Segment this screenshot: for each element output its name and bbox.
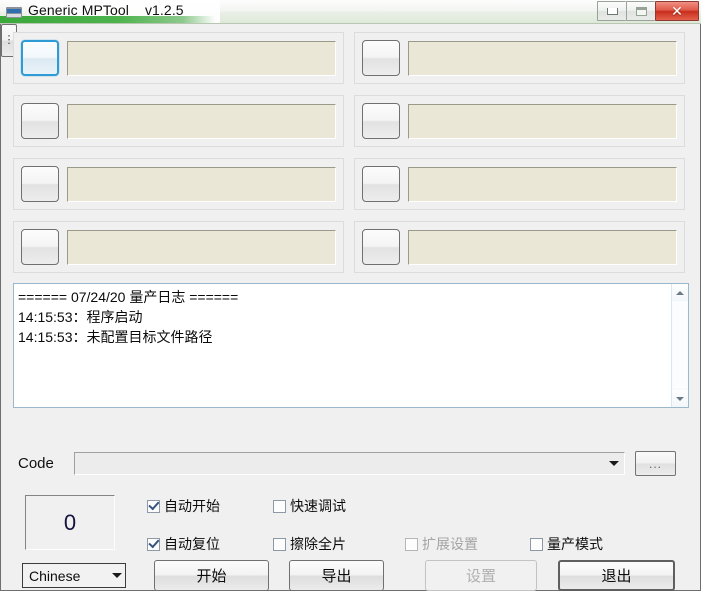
close-button[interactable]: ✕ — [655, 1, 699, 21]
slot-1-button[interactable] — [21, 40, 59, 76]
chevron-down-icon[interactable] — [604, 454, 623, 473]
triangle-down-glyph — [608, 461, 619, 466]
browse-button[interactable]: ... — [635, 451, 676, 476]
checkbox-fast-debug[interactable]: 快速调试 — [273, 496, 346, 516]
auto-reset-checkbox-box[interactable] — [147, 537, 160, 551]
slot-6-status — [408, 167, 677, 202]
mass-production-mode-checkbox-box[interactable] — [530, 537, 543, 551]
auto-start-checkbox-box[interactable] — [147, 499, 160, 513]
log-text: ====== 07/24/20 量产日志 ====== 14:15:53：程序启… — [18, 289, 239, 345]
minimize-icon — [606, 7, 618, 15]
device-slot-grid — [13, 32, 689, 274]
code-label: Code — [18, 455, 54, 472]
device-slot-2[interactable] — [354, 32, 685, 84]
settings-button: 设置 — [425, 560, 537, 591]
counter-value: 0 — [63, 509, 77, 535]
slot-7-button[interactable] — [21, 229, 59, 265]
slot-3-button[interactable] — [21, 103, 59, 139]
checkbox-auto-start[interactable]: 自动开始 — [147, 496, 220, 516]
erase-all-label: 擦除全片 — [290, 536, 346, 552]
scroll-up-arrow[interactable] — [672, 284, 688, 301]
checkbox-erase-all[interactable]: 擦除全片 — [273, 534, 346, 554]
slot-2-status — [408, 41, 677, 76]
language-select[interactable]: Chinese — [22, 563, 126, 588]
auto-start-label: 自动开始 — [164, 498, 220, 514]
language-chevron-down-icon[interactable] — [109, 564, 125, 587]
main-window: Generic MPTool v1.2.5 ✕ ====== 07/24/20 … — [0, 0, 701, 591]
device-slot-3[interactable] — [13, 95, 344, 147]
slot-8-status — [408, 230, 677, 265]
device-slot-8[interactable] — [354, 221, 685, 273]
slot-5-status — [67, 167, 336, 202]
minimize-button[interactable] — [597, 1, 626, 21]
code-input[interactable] — [77, 455, 605, 474]
slot-1-status — [67, 41, 336, 76]
slot-3-status — [67, 104, 336, 139]
fast-debug-checkbox-box[interactable] — [273, 499, 286, 513]
triangle-up-icon — [676, 290, 684, 295]
fast-debug-label: 快速调试 — [290, 498, 346, 514]
app-icon — [6, 6, 22, 19]
export-button[interactable]: 导出 — [289, 560, 384, 591]
slot-4-status — [408, 104, 677, 139]
triangle-down-icon — [676, 396, 684, 401]
checkbox-auto-reset[interactable]: 自动复位 — [147, 534, 220, 554]
slot-8-button[interactable] — [362, 229, 400, 265]
title-bar[interactable]: Generic MPTool v1.2.5 ✕ — [0, 0, 701, 24]
close-icon: ✕ — [671, 3, 683, 19]
code-combobox[interactable] — [74, 452, 625, 475]
device-slot-6[interactable] — [354, 158, 685, 210]
scrollbar-thumb[interactable] — [673, 302, 687, 388]
pass-counter: 0 — [25, 495, 115, 550]
slot-2-button[interactable] — [362, 40, 400, 76]
language-value: Chinese — [29, 567, 81, 584]
window-title: Generic MPTool v1.2.5 — [28, 2, 184, 18]
checkbox-mass-production-mode[interactable]: 量产模式 — [530, 534, 603, 554]
device-slot-4[interactable] — [354, 95, 685, 147]
slot-6-button[interactable] — [362, 166, 400, 202]
client-area: ====== 07/24/20 量产日志 ====== 14:15:53：程序启… — [0, 24, 701, 591]
log-panel[interactable]: ====== 07/24/20 量产日志 ====== 14:15:53：程序启… — [13, 283, 689, 408]
device-slot-5[interactable] — [13, 158, 344, 210]
exit-button[interactable]: 退出 — [558, 560, 675, 591]
checkbox-extended-setting: 扩展设置 — [405, 534, 478, 554]
log-scrollbar[interactable] — [671, 284, 688, 407]
slot-4-button[interactable] — [362, 103, 400, 139]
maximize-button[interactable] — [626, 1, 655, 21]
device-slot-7[interactable] — [13, 221, 344, 273]
scroll-down-arrow[interactable] — [672, 390, 688, 407]
auto-reset-label: 自动复位 — [164, 536, 220, 552]
slot-5-button[interactable] — [21, 166, 59, 202]
extended-setting-checkbox-box — [405, 537, 418, 551]
maximize-icon — [635, 6, 647, 16]
erase-all-checkbox-box[interactable] — [273, 537, 286, 551]
extended-setting-label: 扩展设置 — [422, 536, 478, 552]
triangle-down-glyph — [112, 573, 122, 578]
mass-production-mode-label: 量产模式 — [547, 536, 603, 552]
slot-7-status — [67, 230, 336, 265]
device-slot-1[interactable] — [13, 32, 344, 84]
start-button[interactable]: 开始 — [154, 560, 269, 591]
